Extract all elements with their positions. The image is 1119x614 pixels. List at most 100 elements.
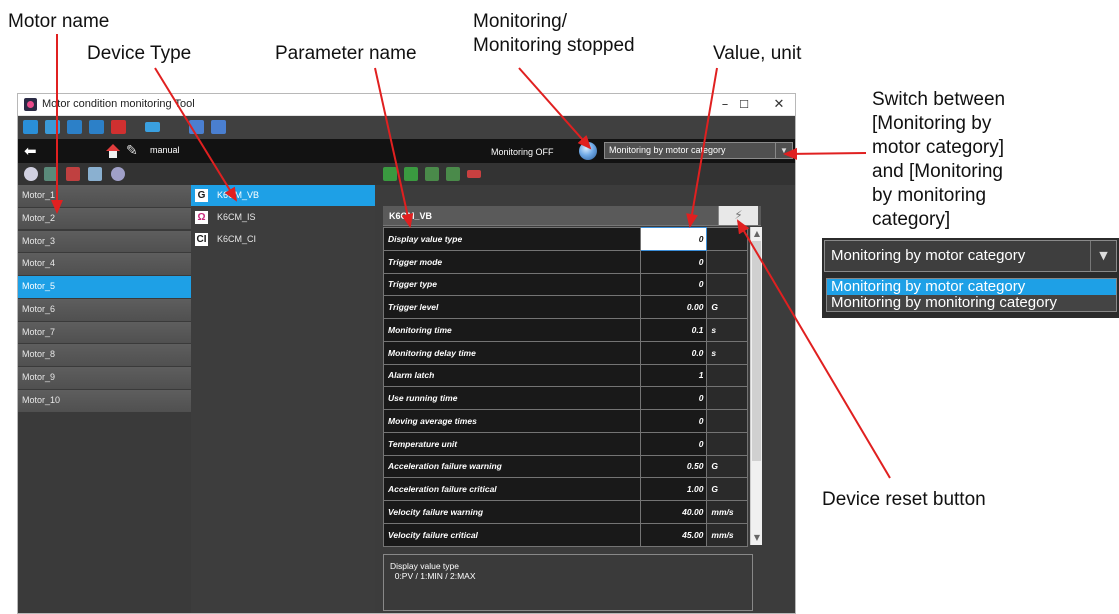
monitoring-toggle-icon[interactable] — [579, 142, 597, 160]
help-icon[interactable] — [189, 120, 204, 134]
status-toolbar: ⬅ ✎ manual Monitoring OFF Monitoring by … — [18, 139, 795, 163]
arrow-switch — [783, 147, 867, 160]
inset-option-motor[interactable]: Monitoring by motor category — [827, 279, 1116, 295]
device-list: G K6CM_VB Ω K6CM_IS CI K6CM_CI — [191, 185, 375, 613]
monitoring-mode-select[interactable]: Monitoring by motor category ▼ — [604, 142, 793, 159]
inset-selected-value: Monitoring by motor category — [831, 247, 1026, 264]
motor-item[interactable]: Motor_5 — [18, 276, 191, 298]
device-item[interactable]: CI K6CM_CI — [191, 229, 375, 250]
parameter-value[interactable]: 0 — [639, 272, 708, 297]
table-row: Trigger level 0.00 G — [383, 295, 748, 319]
parameter-value[interactable]: 0.1 — [639, 318, 708, 342]
motor-item[interactable]: Motor_2 — [18, 207, 191, 230]
add-parameter-icon[interactable] — [404, 167, 418, 181]
parameter-name: Temperature unit — [383, 431, 641, 456]
device-reset-button[interactable]: ⚡ — [718, 206, 758, 225]
scroll-down-icon[interactable]: ▼ — [751, 532, 763, 544]
motor-settings-icon[interactable] — [24, 167, 38, 181]
table-row: Acceleration failure critical 1.00 G — [383, 477, 748, 501]
motor-item[interactable]: Motor_10 — [18, 390, 191, 412]
parameter-unit — [706, 431, 748, 456]
parameter-name: Velocity failure warning — [383, 500, 641, 524]
save-icon[interactable] — [67, 120, 82, 134]
inset-select[interactable]: Monitoring by motor category ▼ — [824, 240, 1117, 272]
parameter-value[interactable]: 0 — [639, 409, 708, 433]
chevron-down-icon[interactable]: ▼ — [775, 143, 792, 158]
motor-item[interactable]: Motor_3 — [18, 230, 191, 253]
tools-icon[interactable]: ✎ — [126, 143, 146, 159]
parameter-name: Monitoring delay time — [383, 340, 641, 365]
motor-item[interactable]: Motor_4 — [18, 253, 191, 275]
close-button[interactable]: ✕ — [761, 94, 795, 116]
callout-monitoring: Monitoring/ Monitoring stopped — [473, 11, 635, 56]
title-bar: Motor condition monitoring Tool – ☐ ✕ — [18, 94, 795, 116]
chevron-down-icon[interactable]: ▼ — [1090, 241, 1116, 271]
home-icon[interactable] — [106, 144, 120, 158]
copy-motor-icon[interactable] — [88, 167, 102, 181]
info-icon[interactable] — [211, 120, 226, 134]
motor-item[interactable]: Motor_6 — [18, 298, 191, 321]
maximize-button[interactable]: ☐ — [726, 94, 762, 116]
motor-item[interactable]: Motor_7 — [18, 321, 191, 344]
parameter-unit: mm/s — [706, 522, 748, 547]
config-icon[interactable] — [111, 167, 125, 181]
parameter-value[interactable]: 1.00 — [639, 477, 708, 501]
parameter-name: Trigger mode — [383, 249, 641, 274]
callout-value-unit: Value, unit — [713, 43, 802, 64]
scroll-up-icon[interactable]: ▲ — [751, 228, 763, 240]
device-name: K6CM_CI — [217, 234, 257, 244]
parameter-value[interactable]: 0 — [639, 227, 708, 251]
remove-motor-icon[interactable] — [66, 167, 80, 181]
import-icon[interactable] — [425, 167, 439, 181]
parameter-value[interactable]: 0.50 — [639, 454, 708, 479]
export-icon[interactable] — [446, 167, 460, 181]
parameter-value[interactable]: 1 — [639, 363, 708, 388]
motor-item[interactable]: Motor_8 — [18, 344, 191, 367]
parameter-name: Acceleration failure critical — [383, 477, 641, 501]
parameter-value[interactable]: 0.00 — [639, 295, 708, 319]
main-toolbar — [18, 116, 795, 139]
inset-option-monitoring[interactable]: Monitoring by monitoring category — [827, 295, 1116, 311]
device-type-icon: G — [195, 189, 208, 202]
parameter-unit: s — [706, 318, 748, 342]
device-header: K6CM_VB ⚡ — [383, 206, 761, 226]
parameter-unit: s — [706, 340, 748, 365]
save-as-icon[interactable] — [89, 120, 104, 134]
parameter-name: Moving average times — [383, 409, 641, 433]
add-device-icon[interactable] — [383, 167, 397, 181]
window-title: Motor condition monitoring Tool — [42, 98, 195, 110]
parameter-value[interactable]: 0.0 — [639, 340, 708, 365]
parameter-value[interactable]: 0 — [639, 431, 708, 456]
table-row: Monitoring time 0.1 s — [383, 318, 748, 342]
parameter-value[interactable]: 40.00 — [639, 500, 708, 524]
parameter-description: Display value type 0:PV / 1:MIN / 2:MAX — [383, 554, 753, 611]
network-icon[interactable] — [145, 122, 160, 132]
device-item[interactable]: G K6CM_VB — [191, 185, 375, 206]
parameter-value[interactable]: 0 — [639, 386, 708, 410]
motor-list: Motor_1 Motor_2 Motor_3 Motor_4 Motor_5 Motor… — [18, 185, 191, 613]
parameter-name: Trigger type — [383, 272, 641, 297]
parameter-unit — [706, 272, 748, 297]
parameter-unit — [706, 363, 748, 388]
add-motor-icon[interactable] — [44, 167, 58, 181]
delete-icon[interactable] — [111, 120, 126, 134]
monitoring-status: Monitoring OFF — [491, 147, 554, 157]
parameter-unit: G — [706, 477, 748, 501]
scroll-thumb[interactable] — [752, 241, 761, 461]
disconnect-icon[interactable] — [467, 170, 481, 178]
device-item[interactable]: Ω K6CM_IS — [191, 207, 375, 228]
device-name: K6CM_IS — [217, 212, 256, 222]
app-logo-icon — [24, 98, 37, 111]
table-scrollbar[interactable]: ▲ ▼ — [750, 227, 762, 545]
new-file-icon[interactable] — [23, 120, 38, 134]
motor-item[interactable]: Motor_9 — [18, 367, 191, 389]
dropdown-inset: Monitoring by motor category ▼ Monitorin… — [822, 238, 1119, 318]
callout-device-type: Device Type — [87, 43, 192, 64]
open-file-icon[interactable] — [45, 120, 60, 134]
callout-parameter-name: Parameter name — [275, 43, 417, 64]
motor-item[interactable]: Motor_1 — [18, 185, 191, 207]
back-arrow-icon[interactable]: ⬅ — [24, 143, 44, 159]
parameter-value[interactable]: 45.00 — [639, 522, 708, 547]
parameter-value[interactable]: 0 — [639, 249, 708, 274]
device-header-title: K6CM_VB — [389, 211, 433, 221]
